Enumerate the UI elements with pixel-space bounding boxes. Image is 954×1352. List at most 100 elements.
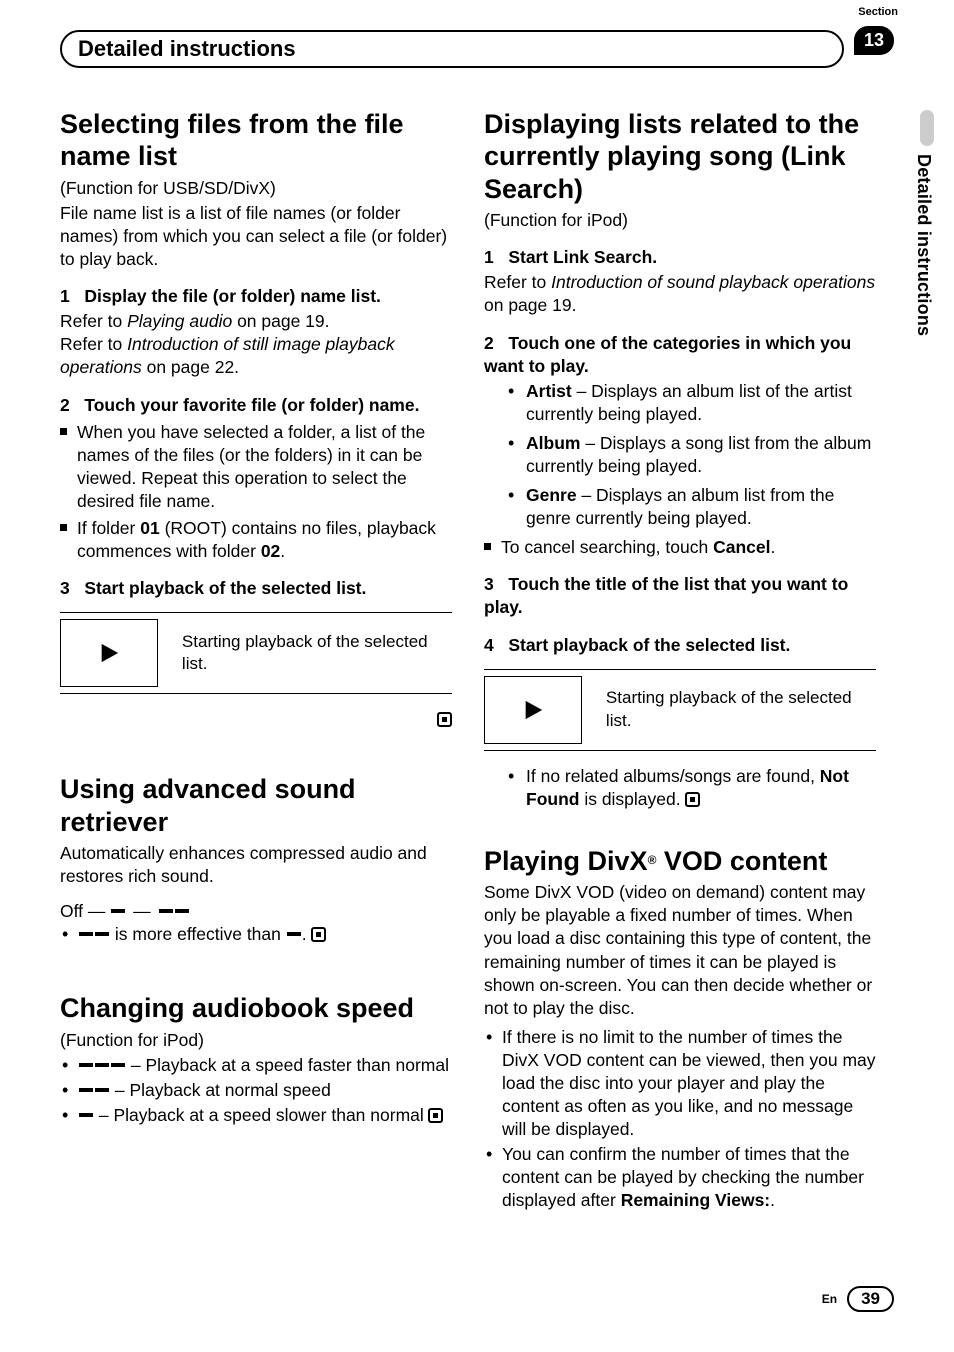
off-sequence: Off — — [60,900,452,923]
heading: Using advanced sound retriever [60,773,452,838]
section-label: Section [858,6,898,18]
play-desc: Starting playback of the selected list. [582,687,876,732]
step-2-head: 2 Touch your favorite file (or folder) n… [60,394,452,417]
cancel-note: To cancel searching, touch Cancel. [484,536,876,559]
page-footer: En 39 [822,1286,894,1312]
step-2-head: 2 Touch one of the categories in which y… [484,332,876,378]
step-num: 4 [484,635,494,655]
end-section-icon [437,712,452,727]
step-num: 2 [60,395,70,415]
section-link-search: Displaying lists related to the currentl… [484,108,876,811]
note-text: If folder 01 (ROOT) contains no files, p… [77,517,452,563]
intro-text: Automatically enhances compressed audio … [60,842,452,888]
level-bar-icon [159,909,173,913]
square-bullet-icon [484,543,491,550]
step-1-head: 1 Start Link Search. [484,246,876,269]
side-accent [920,110,934,146]
level-bar-icon [95,932,109,936]
function-note: (Function for USB/SD/DivX) [60,177,452,200]
ref-1a: Refer to Playing audio on page 19. [60,310,452,333]
step-text: Start Link Search. [508,247,657,267]
level-bar-icon [287,932,301,936]
level-bar-icon [111,1063,125,1067]
level-bar-icon [79,932,93,936]
lang-code: En [822,1292,837,1306]
right-column: Displaying lists related to the currentl… [484,108,876,1215]
play-desc: Starting playback of the selected list. [158,631,452,676]
vod-list: If there is no limit to the number of ti… [484,1026,876,1213]
page-header: Section Detailed instructions 13 [60,30,894,68]
list-item: is more effective than . [78,923,452,946]
playback-row: Starting playback of the selected list. [484,669,876,751]
function-note: (Function for iPod) [484,209,876,232]
step-text: Start playback of the selected list. [84,578,366,598]
note-text: When you have selected a folder, a list … [77,421,452,513]
end-section-icon [428,1108,443,1123]
heading: Selecting files from the file name list [60,108,452,173]
step-num: 2 [484,333,494,353]
level-bar-icon [79,1088,93,1092]
step-num: 1 [60,286,70,306]
play-icon [98,642,120,664]
heading: Displaying lists related to the currentl… [484,108,876,205]
section-divx-vod: Playing DivX® VOD content Some DivX VOD … [484,845,876,1213]
step-text: Start playback of the selected list. [508,635,790,655]
note-bullet: When you have selected a folder, a list … [60,421,452,513]
side-tab-label: Detailed instructions [913,154,934,336]
step-text: Touch one of the categories in which you… [484,333,851,376]
step-num: 1 [484,247,494,267]
level-bar-icon [111,909,125,913]
playback-row: Starting playback of the selected list. [60,612,452,694]
level-bar-icon [175,909,189,913]
step-4-head: 4 Start playback of the selected list. [484,634,876,657]
step-text: Touch the title of the list that you wan… [484,574,848,617]
level-bar-icon [79,1063,93,1067]
play-icon-cell [60,619,158,687]
section-selecting-files: Selecting files from the file name list … [60,108,452,727]
heading: Changing audiobook speed [60,992,452,1024]
side-tab: Detailed instructions [904,110,934,336]
ref-1: Refer to Introduction of sound playback … [484,271,876,317]
function-note: (Function for iPod) [60,1029,452,1052]
list-item: If no related albums/songs are found, No… [526,765,876,811]
end-section-icon [685,792,700,807]
not-found-note: If no related albums/songs are found, No… [484,765,876,811]
step-3-head: 3 Start playback of the selected list. [60,577,452,600]
left-column: Selecting files from the file name list … [60,108,452,1215]
step-1-head: 1 Display the file (or folder) name list… [60,285,452,308]
list-item: Album – Displays a song list from the al… [526,432,876,478]
list-item: Genre – Displays an album list from the … [526,484,876,530]
list-item: You can confirm the number of times that… [502,1143,876,1212]
level-bar-icon [95,1088,109,1092]
end-section-icon [311,927,326,942]
note-bullet: If folder 01 (ROOT) contains no files, p… [60,517,452,563]
section-sound-retriever: Using advanced sound retriever Automatic… [60,773,452,946]
step-num: 3 [60,578,70,598]
section-audiobook-speed: Changing audiobook speed (Function for i… [60,992,452,1127]
section-number-badge: 13 [854,26,894,55]
list-item: – Playback at a speed faster than normal [78,1054,452,1077]
header-title: Detailed instructions [60,30,844,68]
list-item: – Playback at normal speed [78,1079,452,1102]
category-list: Artist – Displays an album list of the a… [484,380,876,531]
ref-1b: Refer to Introduction of still image pla… [60,333,452,379]
note-text: To cancel searching, touch Cancel. [501,536,775,559]
level-bar-icon [79,1113,93,1117]
page-number: 39 [847,1286,894,1312]
play-icon [522,699,544,721]
list-item: Artist – Displays an album list of the a… [526,380,876,426]
intro-text: File name list is a list of file names (… [60,202,452,271]
intro-text: Some DivX VOD (video on demand) content … [484,881,876,1020]
play-icon-cell [484,676,582,744]
effective-note: is more effective than . [60,923,452,946]
step-text: Display the file (or folder) name list. [84,286,381,306]
square-bullet-icon [60,428,67,435]
list-item: – Playback at a speed slower than normal [78,1104,452,1127]
list-item: If there is no limit to the number of ti… [502,1026,876,1141]
level-bar-icon [95,1063,109,1067]
square-bullet-icon [60,524,67,531]
step-3-head: 3 Touch the title of the list that you w… [484,573,876,619]
step-num: 3 [484,574,494,594]
speed-list: – Playback at a speed faster than normal… [60,1054,452,1127]
heading: Playing DivX® VOD content [484,845,876,877]
